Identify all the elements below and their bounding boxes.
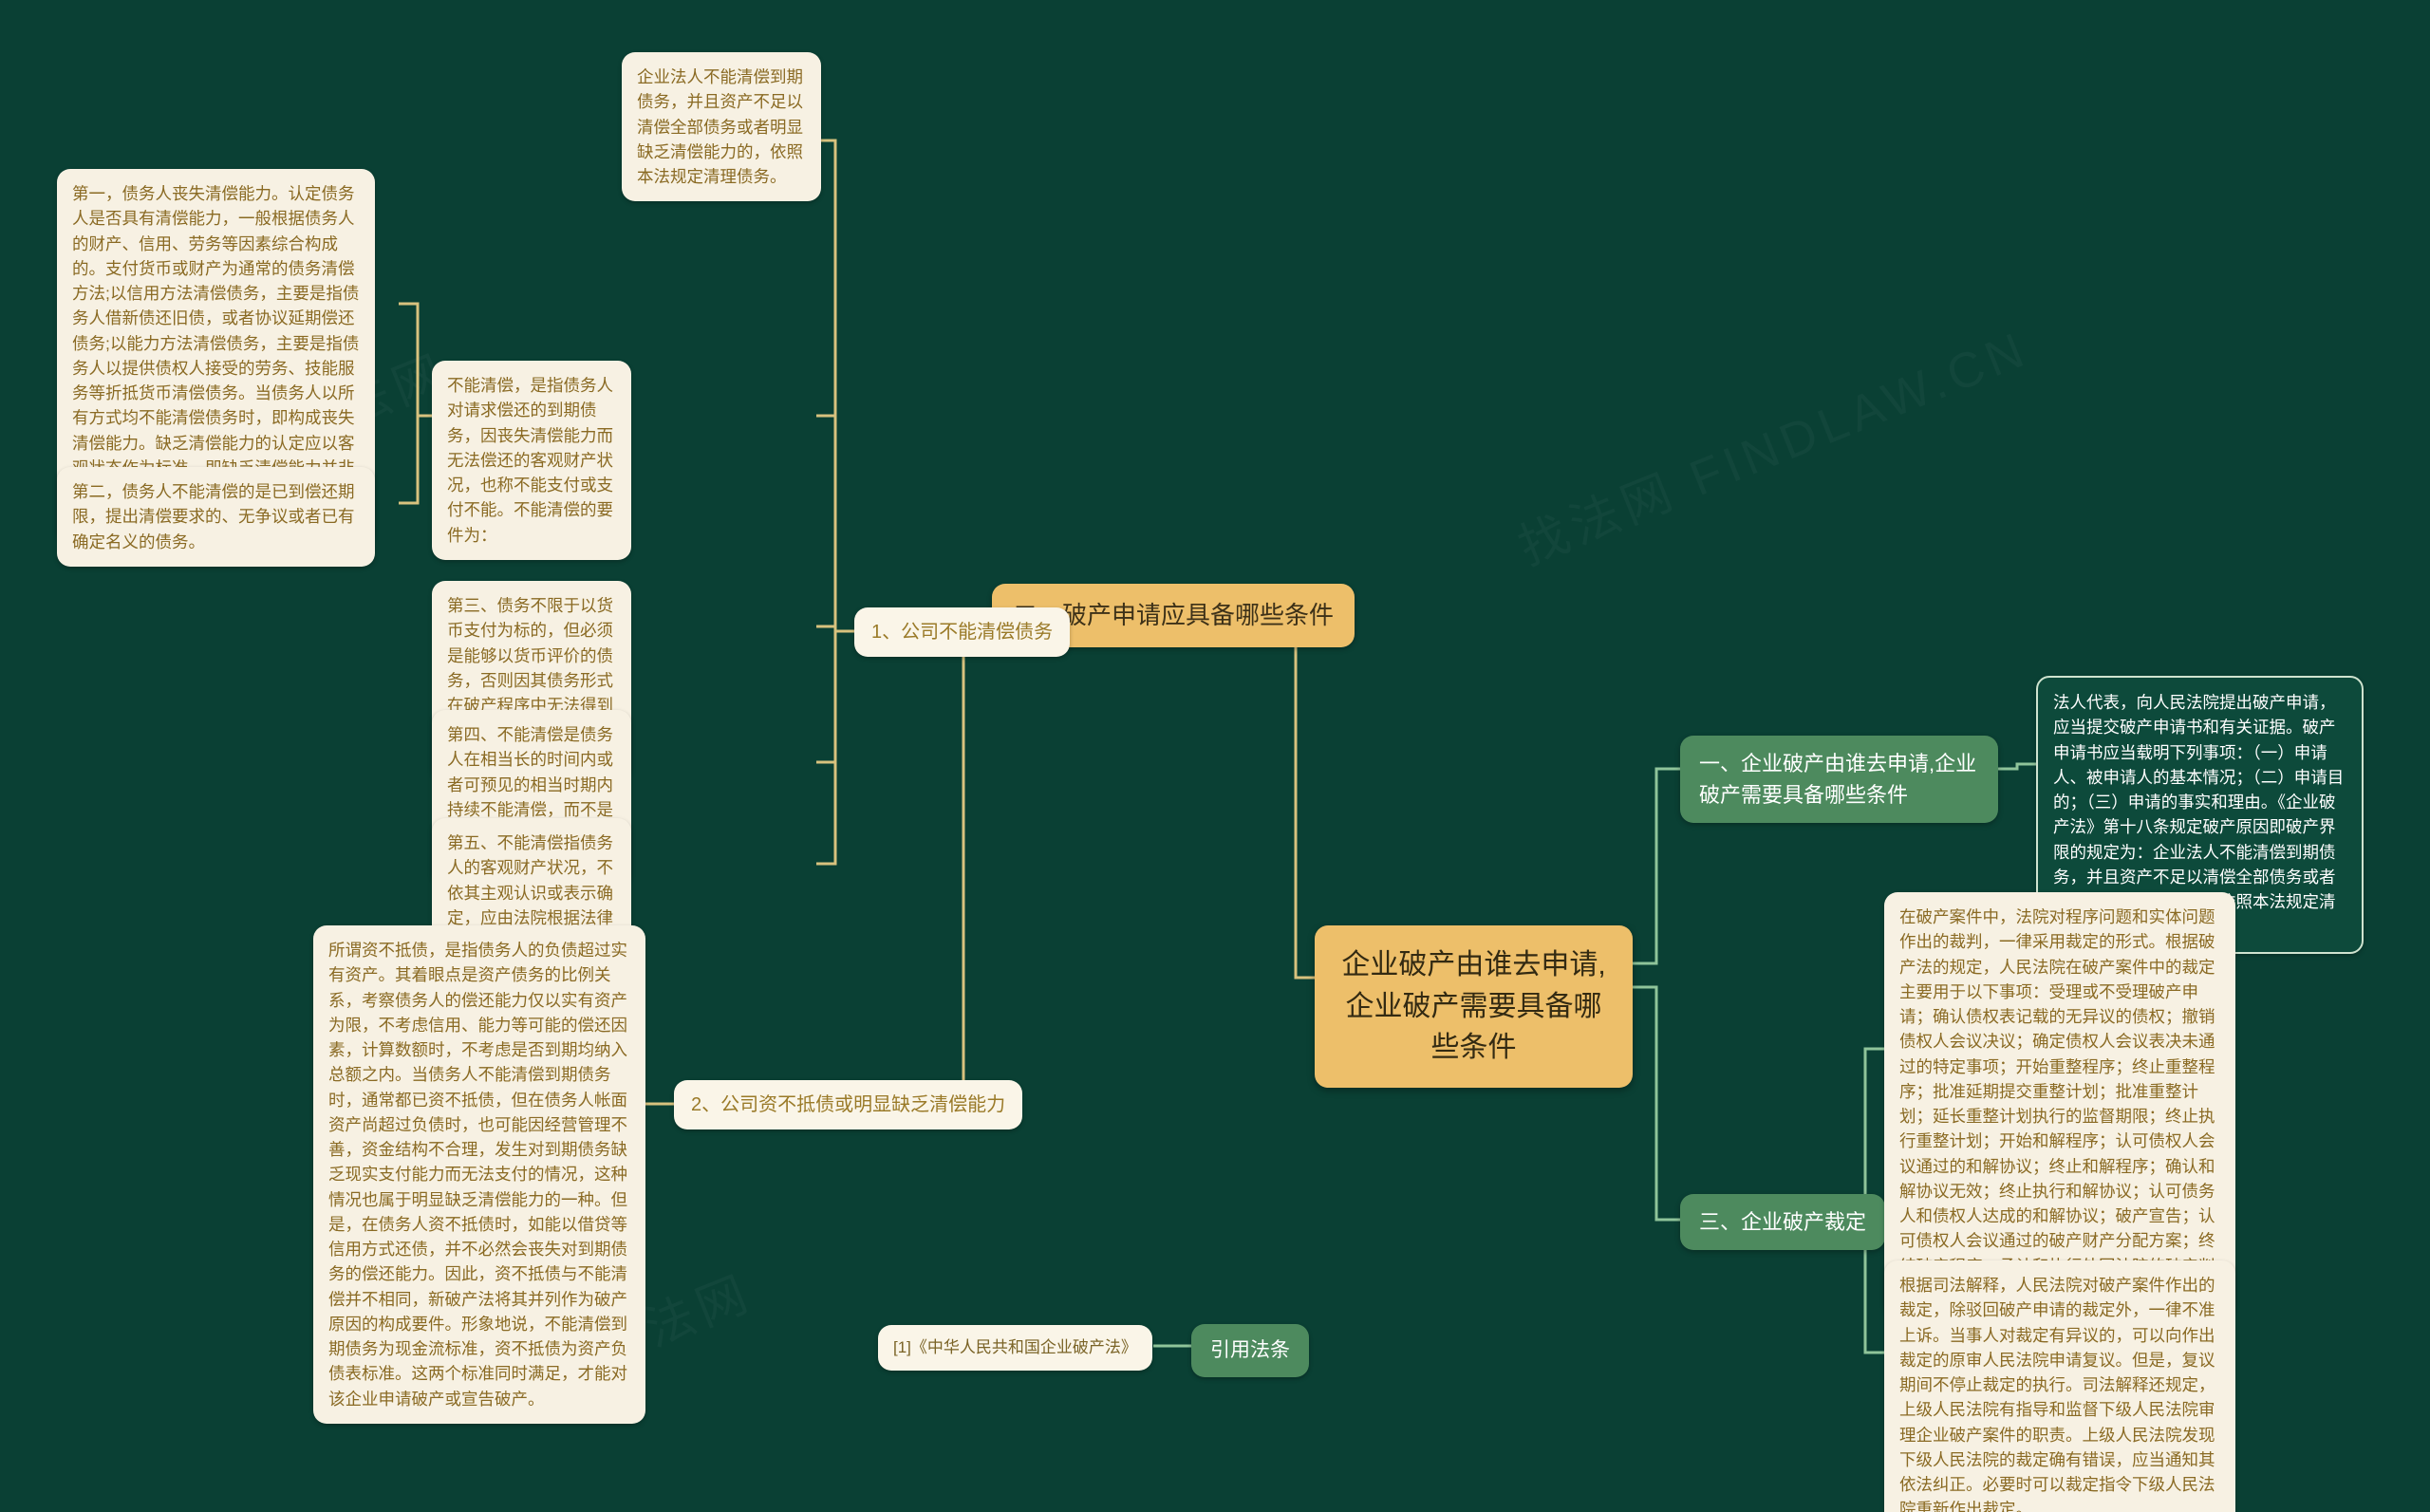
root-node[interactable]: 企业破产由谁去申请,企业破产需要具备哪些条件 — [1315, 925, 1633, 1088]
subbranch-cannot-repay-debt[interactable]: 1、公司不能清偿债务 — [854, 607, 1071, 657]
subbranch-insolvent[interactable]: 2、公司资不抵债或明显缺乏清偿能力 — [674, 1080, 1023, 1129]
detail-card[interactable]: 根据司法解释，人民法院对破产案件作出的裁定，除驳回破产申请的裁定外，一律不准上诉… — [1884, 1260, 2235, 1512]
detail-card[interactable]: 不能清偿，是指债务人对请求偿还的到期债务，因丧失清偿能力而无法偿还的客观财产状况… — [432, 361, 631, 560]
detail-card[interactable]: 在破产案件中，法院对程序问题和实体问题作出的裁判，一律采用裁定的形式。根据破产法… — [1884, 892, 2235, 1316]
branch-bankruptcy-ruling[interactable]: 三、企业破产裁定 — [1680, 1194, 1886, 1250]
branch-citation[interactable]: 引用法条 — [1191, 1324, 1309, 1377]
citation-item[interactable]: [1]《中华人民共和国企业破产法》 — [878, 1325, 1152, 1371]
detail-card[interactable]: 企业法人不能清偿到期债务，并且资产不足以清偿全部债务或者明显缺乏清偿能力的，依照… — [622, 52, 821, 202]
leaf-card[interactable]: 第二，债务人不能清偿的是已到偿还期限，提出清偿要求的、无争议或者已有确定名义的债… — [57, 467, 375, 567]
mindmap-canvas: 找法网 找法网 FINDLAW.CN FINDLAW 找法网 — [0, 0, 2430, 1512]
detail-card[interactable]: 所谓资不抵债，是指债务人的负债超过实有资产。其着眼点是资产债务的比例关系，考察债… — [313, 925, 645, 1424]
branch-who-applies[interactable]: 一、企业破产由谁去申请,企业破产需要具备哪些条件 — [1680, 736, 1998, 823]
